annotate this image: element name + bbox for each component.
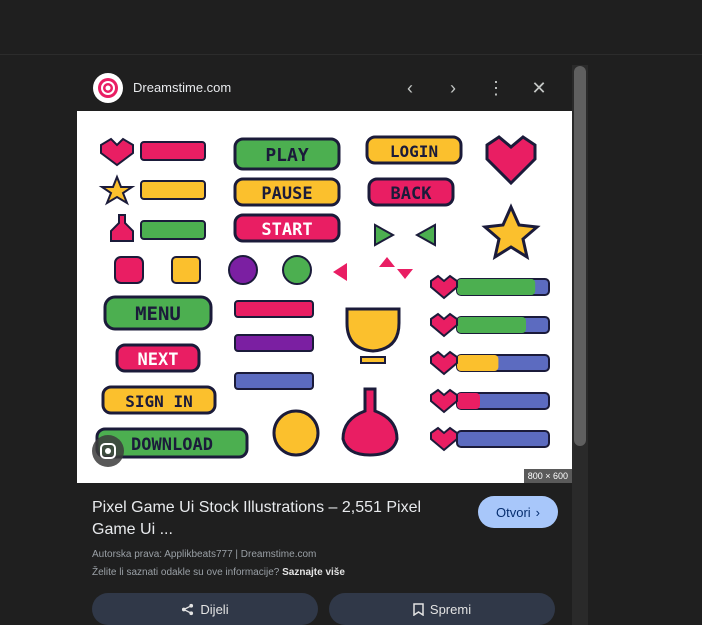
close-button[interactable]: ✕ <box>526 75 552 101</box>
sign-in-label: SIGN IN <box>125 392 192 411</box>
image-dimensions: 800 × 600 <box>523 469 572 483</box>
menu-label: MENU <box>135 303 181 325</box>
back-label: BACK <box>391 184 433 204</box>
start-label: START <box>261 220 312 240</box>
close-icon: ✕ <box>531 77 547 98</box>
spiral-icon <box>98 78 118 98</box>
chevron-right-icon: › <box>535 504 540 520</box>
login-label: LOGIN <box>390 142 438 161</box>
site-name[interactable]: Dreamstime.com <box>133 80 231 95</box>
site-favicon <box>93 73 123 103</box>
play-label: PLAY <box>265 145 309 166</box>
health-bar-fill <box>457 355 499 371</box>
next-button[interactable]: › <box>440 75 466 101</box>
panel-header: Dreamstime.com ‹ › ⋮ ✕ <box>77 65 572 111</box>
top-bar <box>0 0 702 55</box>
heart-icon <box>430 388 458 414</box>
more-options-button[interactable]: ⋮ <box>483 75 509 101</box>
copyright-credit: Autorska prava: Applikbeats777 | Dreamst… <box>92 549 317 560</box>
scrollbar-thumb[interactable] <box>574 66 586 446</box>
previous-button[interactable]: ‹ <box>397 75 423 101</box>
heart-icon <box>430 274 458 300</box>
share-button[interactable]: Dijeli <box>92 593 318 625</box>
pixel-game-ui-illustration: PLAY LOGIN PAUSE BACK START MENU NEXT SI… <box>95 135 550 459</box>
preview-image[interactable]: PLAY LOGIN PAUSE BACK START MENU NEXT SI… <box>77 111 572 483</box>
open-label: Otvori <box>495 504 531 520</box>
heart-icon <box>430 350 458 376</box>
health-bar-fill <box>457 279 536 295</box>
info-text: Želite li saznati odakle su ove informac… <box>92 567 280 578</box>
learn-more-link[interactable]: Saznajte više <box>282 567 345 578</box>
lens-button[interactable] <box>92 435 124 467</box>
lens-icon <box>100 443 116 459</box>
heart-icon <box>430 312 458 338</box>
next-label: NEXT <box>138 350 179 370</box>
health-bar-fill <box>457 317 526 333</box>
result-title[interactable]: Pixel Game Ui Stock Illustrations – 2,55… <box>92 497 452 541</box>
pause-label: PAUSE <box>261 184 312 204</box>
bookmark-icon <box>413 602 424 616</box>
health-bar-track <box>456 430 550 448</box>
share-icon <box>182 603 194 615</box>
heart-icon <box>430 426 458 452</box>
chevron-left-icon: ‹ <box>407 77 413 98</box>
save-label: Spremi <box>429 601 472 617</box>
share-label: Dijeli <box>200 601 229 617</box>
save-button[interactable]: Spremi <box>329 593 555 625</box>
download-label: DOWNLOAD <box>131 435 213 455</box>
health-bars <box>430 274 550 452</box>
chevron-right-icon: › <box>450 77 456 98</box>
info-line: Želite li saznati odakle su ove informac… <box>92 567 345 578</box>
health-bar-fill <box>457 393 480 409</box>
more-vert-icon: ⋮ <box>487 77 505 98</box>
image-preview-panel: Dreamstime.com ‹ › ⋮ ✕ PLAY LOGIN PAUSE <box>77 65 572 625</box>
open-button[interactable]: Otvori › <box>478 496 558 528</box>
